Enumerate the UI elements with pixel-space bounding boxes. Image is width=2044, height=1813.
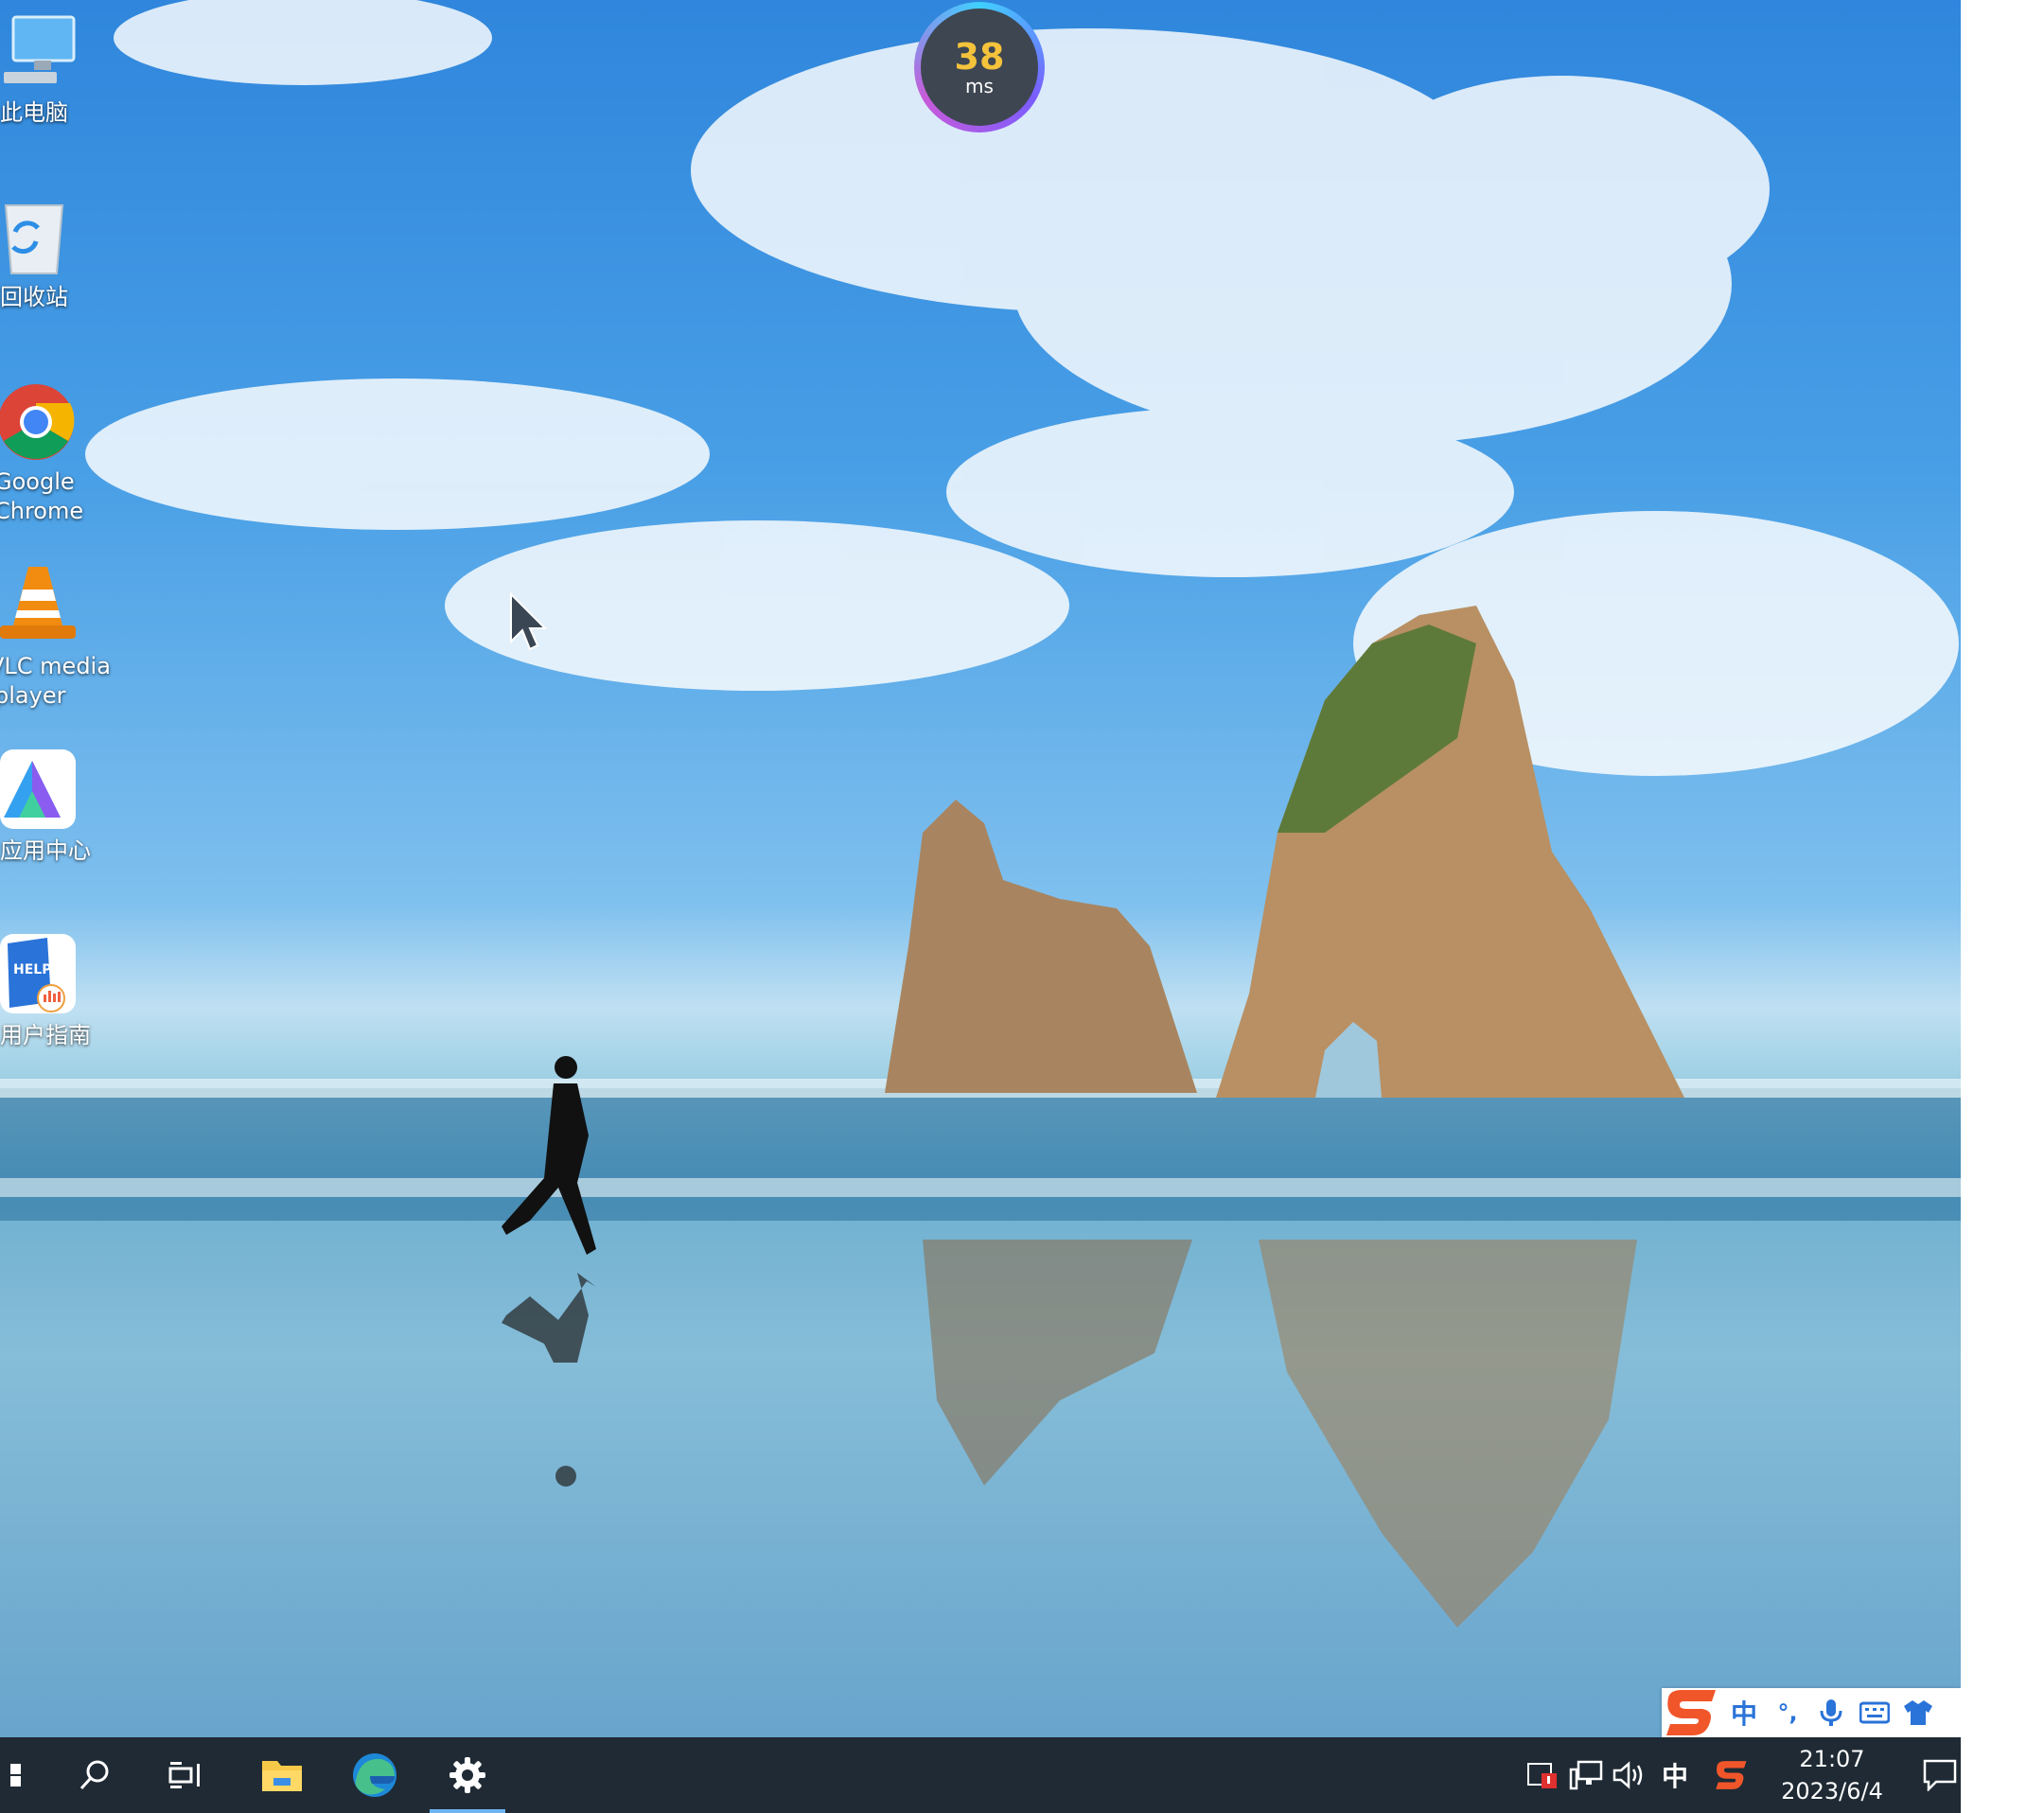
skin-shirt-icon[interactable] bbox=[1896, 1688, 1940, 1737]
sogou-tray-icon[interactable] bbox=[1713, 1756, 1751, 1794]
clock-time: 21:07 bbox=[1799, 1746, 1865, 1772]
file-explorer-button[interactable] bbox=[244, 1737, 320, 1813]
desktop-icon-label-line1: VLC media bbox=[0, 653, 111, 679]
desktop-icon-user-guide[interactable]: HELP 用户指南 bbox=[0, 932, 114, 1050]
volume-icon[interactable] bbox=[1611, 1756, 1648, 1794]
desktop-icon-app-center[interactable]: 应用中心 bbox=[0, 748, 114, 866]
settings-button[interactable] bbox=[430, 1737, 505, 1813]
notification-center-icon[interactable] bbox=[1921, 1756, 1959, 1794]
desktop-icon-label: 应用中心 bbox=[0, 837, 91, 864]
network-icon[interactable] bbox=[1567, 1756, 1605, 1794]
ping-widget-face: 38 ms bbox=[921, 9, 1038, 126]
file-explorer-icon bbox=[262, 1761, 302, 1791]
desktop-icon-google-chrome[interactable]: Google Chrome bbox=[0, 378, 114, 526]
blank-side-area bbox=[1961, 0, 2044, 1813]
chrome-icon bbox=[0, 378, 83, 462]
keyboard-icon[interactable] bbox=[1853, 1688, 1896, 1737]
taskbar-clock[interactable]: 21:07 2023/6/4 bbox=[1756, 1743, 1908, 1807]
desktop-icon-label: 此电脑 bbox=[0, 99, 68, 126]
desktop-icon-label: 回收站 bbox=[0, 284, 68, 310]
clock-date: 2023/6/4 bbox=[1781, 1778, 1883, 1804]
wallpaper-landscape bbox=[0, 0, 1961, 1737]
ime-punctuation-toggle[interactable]: °, bbox=[1766, 1688, 1809, 1737]
edge-browser-button[interactable] bbox=[337, 1737, 413, 1813]
desktop-icon-recycle-bin[interactable]: 回收站 bbox=[0, 194, 114, 312]
desktop-wallpaper bbox=[0, 0, 1961, 1737]
task-view-button[interactable] bbox=[148, 1737, 223, 1813]
svg-text:HELP: HELP bbox=[13, 962, 51, 977]
ping-value: 38 bbox=[954, 36, 1005, 78]
settings-gear-icon bbox=[449, 1757, 485, 1793]
desktop-icon-label-line1: Google bbox=[0, 468, 75, 495]
desktop-screen: 此电脑 回收站 Google Chrome VLC media player 应… bbox=[0, 0, 1961, 1813]
ime-mode-chinese[interactable]: 中 bbox=[1722, 1688, 1766, 1737]
search-icon bbox=[79, 1760, 109, 1790]
help-book-icon: HELP bbox=[0, 932, 83, 1015]
app-center-icon bbox=[0, 748, 83, 831]
desktop-icon-vlc-media-player[interactable]: VLC media player bbox=[0, 563, 114, 711]
desktop-icon-this-pc[interactable]: 此电脑 bbox=[0, 9, 114, 128]
ping-latency-widget[interactable]: 38 ms bbox=[914, 2, 1045, 132]
windows-start-icon bbox=[10, 1764, 21, 1787]
security-shield-tray-icon[interactable] bbox=[1524, 1756, 1561, 1794]
computer-icon bbox=[0, 9, 83, 93]
sogou-ime-toolbar[interactable]: 中 °, bbox=[1662, 1688, 1961, 1737]
task-view-icon bbox=[168, 1762, 200, 1788]
recycle-bin-icon bbox=[0, 194, 83, 277]
search-button[interactable] bbox=[57, 1737, 132, 1813]
taskbar: 中 21:07 2023/6/4 bbox=[0, 1737, 1961, 1813]
desktop-icon-label: 用户指南 bbox=[0, 1022, 91, 1048]
mouse-cursor-icon bbox=[510, 592, 547, 651]
edge-icon bbox=[353, 1753, 396, 1797]
ime-mode-indicator[interactable]: 中 bbox=[1656, 1756, 1694, 1794]
microphone-icon[interactable] bbox=[1809, 1688, 1853, 1737]
desktop-icon-label-line2: player bbox=[0, 682, 66, 709]
ping-unit: ms bbox=[965, 75, 994, 97]
sogou-s-icon[interactable] bbox=[1662, 1688, 1722, 1737]
vlc-cone-icon bbox=[0, 563, 83, 646]
desktop-icon-label-line2: Chrome bbox=[0, 498, 84, 524]
start-button[interactable] bbox=[0, 1737, 47, 1813]
